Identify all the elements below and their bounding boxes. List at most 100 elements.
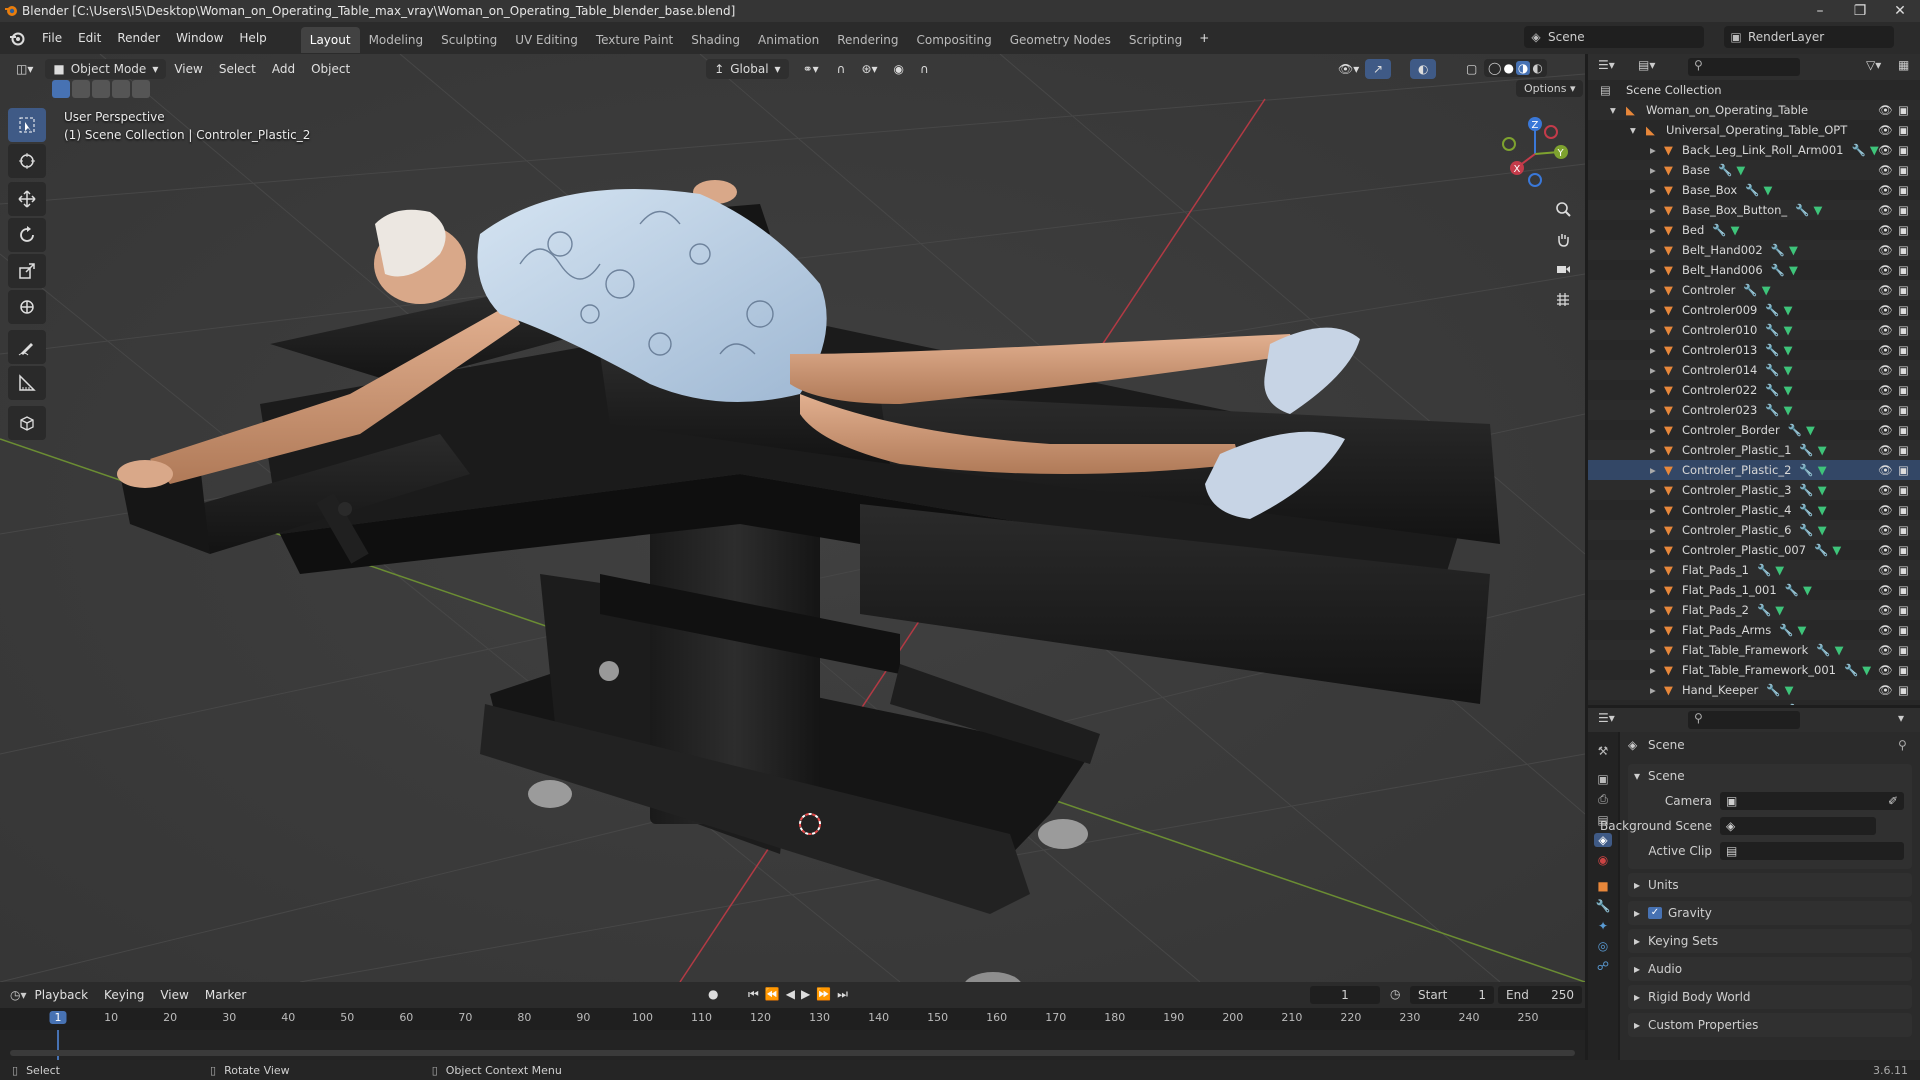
modifier-wrench-icon[interactable]: 🔧 bbox=[1814, 543, 1828, 557]
modifier-wrench-icon[interactable]: 🔧 bbox=[1718, 163, 1732, 177]
timeline-menu-marker[interactable]: Marker bbox=[197, 982, 254, 1008]
expand-arrow-icon[interactable]: ▸ bbox=[1650, 323, 1664, 337]
cursor-tool-icon[interactable] bbox=[8, 144, 46, 178]
outliner-search-input[interactable]: ⚲ bbox=[1688, 58, 1800, 76]
display-mode-icon[interactable]: ▤▾ bbox=[1638, 58, 1655, 72]
proportional-edit-icon[interactable]: ◉ bbox=[886, 59, 912, 79]
tool-tab-icon[interactable]: ⚒ bbox=[1598, 744, 1609, 758]
gravity-checkbox[interactable]: ✓ bbox=[1648, 907, 1662, 919]
clock-icon[interactable]: ◷ bbox=[1390, 987, 1400, 1001]
tab-rendering[interactable]: Rendering bbox=[828, 27, 907, 53]
outliner-row-object[interactable]: ▸ ▼ Controler_Plastic_1 🔧 ▼ 👁 ▣ bbox=[1588, 440, 1920, 460]
outliner-row-object[interactable]: ▸ ▼ Flat_Table_Framework_001 🔧 ▼ 👁 ▣ bbox=[1588, 660, 1920, 680]
render-camera-icon[interactable]: ▣ bbox=[1898, 283, 1909, 297]
mesh-data-icon[interactable]: ▼ bbox=[1807, 703, 1816, 705]
outliner-row-subcollection[interactable]: ▾ ◣ Universal_Operating_Table_OPT 👁 ▣ bbox=[1588, 120, 1920, 140]
render-camera-icon[interactable]: ▣ bbox=[1898, 663, 1909, 677]
tab-geometry-nodes[interactable]: Geometry Nodes bbox=[1001, 27, 1120, 53]
visibility-eye-icon[interactable]: 👁 bbox=[1878, 203, 1893, 217]
properties-search-input[interactable]: ⚲ bbox=[1688, 711, 1800, 729]
constraints-tab-icon[interactable]: ☍ bbox=[1597, 959, 1609, 973]
timeline-editor-type-icon[interactable]: ◷▾ bbox=[10, 988, 27, 1002]
expand-arrow-icon[interactable]: ▸ bbox=[1650, 203, 1664, 217]
viewport-menu-object[interactable]: Object bbox=[303, 53, 358, 85]
pan-hand-icon[interactable] bbox=[1550, 226, 1576, 252]
annotate-tool-icon[interactable] bbox=[8, 330, 46, 364]
overlay-toggle-icon[interactable]: ◐ bbox=[1410, 59, 1437, 79]
visibility-eye-icon[interactable]: 👁 bbox=[1878, 683, 1893, 697]
mesh-data-icon[interactable]: ▼ bbox=[1784, 343, 1793, 357]
visibility-eye-icon[interactable]: 👁 bbox=[1878, 543, 1893, 557]
filter-icon[interactable]: ▽▾ bbox=[1866, 58, 1881, 72]
render-camera-icon[interactable]: ▣ bbox=[1898, 343, 1909, 357]
tab-layout[interactable]: Layout bbox=[300, 26, 360, 53]
active-clip-field[interactable]: ▤ bbox=[1720, 841, 1904, 860]
mesh-data-icon[interactable]: ▼ bbox=[1832, 543, 1841, 557]
mesh-data-icon[interactable]: ▼ bbox=[1775, 563, 1784, 577]
expand-arrow-icon[interactable]: ▸ bbox=[1650, 283, 1664, 297]
expand-arrow-icon[interactable]: ▸ bbox=[1650, 223, 1664, 237]
visibility-eye-icon[interactable]: 👁 bbox=[1878, 263, 1893, 277]
modifier-wrench-icon[interactable]: 🔧 bbox=[1795, 203, 1809, 217]
modifier-wrench-icon[interactable]: 🔧 bbox=[1745, 183, 1759, 197]
modifier-wrench-icon[interactable]: 🔧 bbox=[1799, 503, 1813, 517]
world-tab-icon[interactable]: ◉ bbox=[1598, 853, 1608, 867]
visibility-eye-icon[interactable]: 👁 bbox=[1878, 503, 1893, 517]
mesh-data-icon[interactable]: ▼ bbox=[1784, 383, 1793, 397]
modifier-wrench-icon[interactable]: 🔧 bbox=[1852, 143, 1866, 157]
outliner-row-object[interactable]: ▸ ▼ Controler013 🔧 ▼ 👁 ▣ bbox=[1588, 340, 1920, 360]
modifier-wrench-icon[interactable]: 🔧 bbox=[1757, 603, 1771, 617]
outliner-row-object[interactable]: ▸ ▼ Controler014 🔧 ▼ 👁 ▣ bbox=[1588, 360, 1920, 380]
camera-field[interactable]: ▣ ✐ bbox=[1720, 791, 1904, 810]
gizmo-toggle-icon[interactable]: ↗ bbox=[1365, 59, 1392, 79]
visibility-eye-icon[interactable]: 👁 bbox=[1878, 663, 1893, 677]
mesh-data-icon[interactable]: ▼ bbox=[1818, 503, 1827, 517]
transform-orientation-selector[interactable]: ↥ Global ▾ bbox=[706, 59, 789, 79]
outliner-row-object[interactable]: ▸ ▼ Flat_Pads_2 🔧 ▼ 👁 ▣ bbox=[1588, 600, 1920, 620]
visibility-eye-icon[interactable]: 👁 bbox=[1878, 483, 1893, 497]
measure-tool-icon[interactable] bbox=[8, 366, 46, 400]
render-camera-icon[interactable]: ▣ bbox=[1898, 623, 1909, 637]
render-tab-icon[interactable]: ▣ bbox=[1597, 772, 1608, 786]
mesh-data-icon[interactable]: ▼ bbox=[1818, 443, 1827, 457]
modifier-wrench-icon[interactable]: 🔧 bbox=[1785, 583, 1799, 597]
visibility-eye-icon[interactable]: 👁 bbox=[1878, 563, 1893, 577]
blender-menu-icon[interactable] bbox=[0, 30, 34, 46]
render-camera-icon[interactable]: ▣ bbox=[1898, 423, 1909, 437]
modifier-wrench-icon[interactable]: 🔧 bbox=[1844, 663, 1858, 677]
timeline-scrollbar[interactable] bbox=[10, 1050, 1575, 1056]
options-button[interactable]: Options ▾ bbox=[1516, 80, 1584, 97]
mesh-data-icon[interactable]: ▼ bbox=[1862, 663, 1871, 677]
expand-arrow-icon[interactable]: ▸ bbox=[1650, 423, 1664, 437]
outliner-row-object[interactable]: ▸ ▼ Controler_Plastic_2 🔧 ▼ 👁 ▣ bbox=[1588, 460, 1920, 480]
timeline-menu-keying[interactable]: Keying bbox=[96, 982, 152, 1008]
tab-texture-paint[interactable]: Texture Paint bbox=[587, 27, 682, 53]
navigation-gizmo[interactable]: Z Y X bbox=[1495, 114, 1575, 194]
expand-arrow-icon[interactable]: ▸ bbox=[1650, 343, 1664, 357]
tab-scripting[interactable]: Scripting bbox=[1120, 27, 1191, 53]
properties-editor-type-icon[interactable]: ☰▾ bbox=[1598, 711, 1615, 725]
tab-animation[interactable]: Animation bbox=[749, 27, 828, 53]
viewport-menu-add[interactable]: Add bbox=[264, 53, 303, 85]
outliner-row-object[interactable]: ▸ ▼ Belt_Hand002 🔧 ▼ 👁 ▣ bbox=[1588, 240, 1920, 260]
modifier-wrench-icon[interactable]: 🔧 bbox=[1765, 323, 1779, 337]
scene-tab-icon[interactable]: ◈ bbox=[1594, 833, 1612, 847]
expand-arrow-icon[interactable]: ▾ bbox=[1610, 103, 1626, 117]
tab-uv-editing[interactable]: UV Editing bbox=[506, 27, 587, 53]
select-invert-icon[interactable] bbox=[112, 80, 130, 98]
expand-arrow-icon[interactable]: ▾ bbox=[1630, 123, 1646, 137]
expand-arrow-icon[interactable]: ▸ bbox=[1650, 163, 1664, 177]
mesh-data-icon[interactable]: ▼ bbox=[1806, 423, 1815, 437]
expand-arrow-icon[interactable]: ▸ bbox=[1650, 643, 1664, 657]
mesh-data-icon[interactable]: ▼ bbox=[1785, 683, 1794, 697]
minimize-icon[interactable]: – bbox=[1800, 0, 1840, 22]
expand-arrow-icon[interactable]: ▸ bbox=[1650, 523, 1664, 537]
outliner-row-object[interactable]: ▸ ▼ Controler_Plastic_6 🔧 ▼ 👁 ▣ bbox=[1588, 520, 1920, 540]
menu-file[interactable]: File bbox=[34, 22, 70, 54]
visibility-eye-icon[interactable]: 👁 bbox=[1878, 283, 1893, 297]
render-camera-icon[interactable]: ▣ bbox=[1898, 443, 1909, 457]
zoom-icon[interactable] bbox=[1550, 196, 1576, 222]
expand-arrow-icon[interactable]: ▸ bbox=[1650, 143, 1664, 157]
visibility-eye-icon[interactable]: 👁 bbox=[1878, 703, 1893, 705]
expand-arrow-icon[interactable]: ▸ bbox=[1650, 543, 1664, 557]
